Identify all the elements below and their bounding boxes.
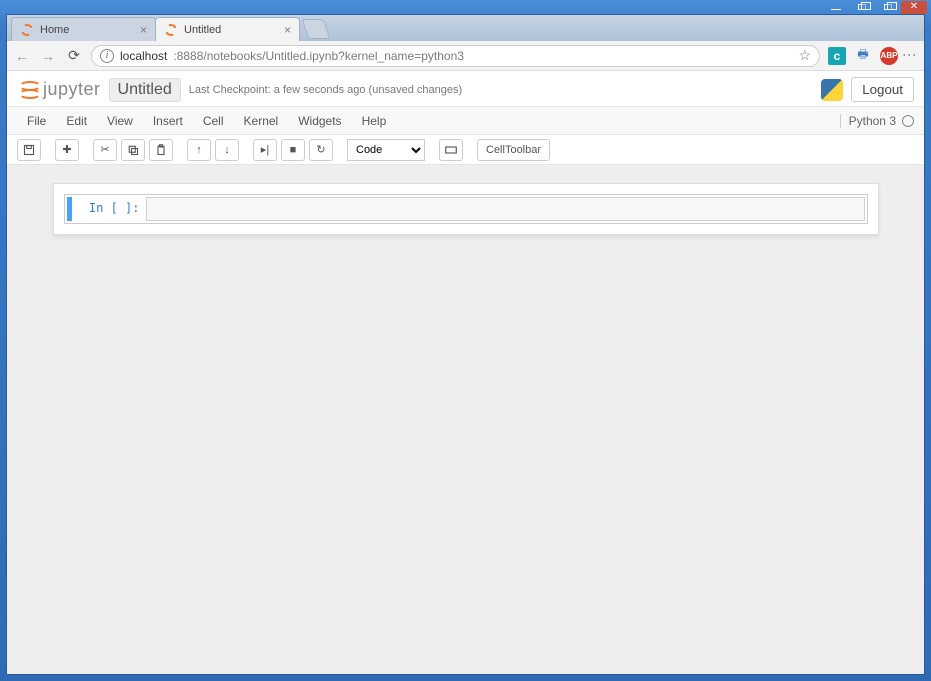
- notebook-header: jupyter Untitled Last Checkpoint: a few …: [7, 71, 924, 107]
- checkpoint-status: Last Checkpoint: a few seconds ago (unsa…: [189, 84, 462, 96]
- save-icon: [23, 144, 35, 156]
- arrow-up-icon: ↑: [196, 144, 202, 156]
- input-prompt: In [ ]:: [76, 197, 146, 221]
- window-restore-button[interactable]: [875, 1, 901, 14]
- restart-icon: ↻: [316, 143, 325, 156]
- add-cell-button[interactable]: ✚: [55, 139, 79, 161]
- adblock-extension-icon[interactable]: ABP: [880, 47, 898, 65]
- scissors-icon: ✂: [100, 143, 109, 156]
- browser-menu-icon[interactable]: ⋮: [906, 48, 918, 63]
- code-input[interactable]: [146, 197, 865, 221]
- restart-button[interactable]: ↻: [309, 139, 333, 161]
- kernel-indicator: Python 3: [840, 114, 914, 128]
- window-titlebar: [0, 0, 931, 14]
- jupyter-logo-icon: [17, 79, 39, 101]
- menu-kernel[interactable]: Kernel: [234, 114, 289, 128]
- menu-widgets[interactable]: Widgets: [288, 114, 351, 128]
- interrupt-button[interactable]: ■: [281, 139, 305, 161]
- code-cell[interactable]: In [ ]:: [64, 194, 868, 224]
- command-palette-button[interactable]: [439, 139, 463, 161]
- close-tab-icon[interactable]: ×: [284, 23, 291, 37]
- paste-button[interactable]: [149, 139, 173, 161]
- menu-cell[interactable]: Cell: [193, 114, 234, 128]
- site-info-icon[interactable]: i: [100, 49, 114, 63]
- move-up-button[interactable]: ↑: [187, 139, 211, 161]
- menu-file[interactable]: File: [17, 114, 56, 128]
- arrow-down-icon: ↓: [224, 144, 230, 156]
- cut-button[interactable]: ✂: [93, 139, 117, 161]
- jupyter-favicon-icon: [164, 23, 178, 37]
- run-button[interactable]: ▸|: [253, 139, 277, 161]
- move-down-button[interactable]: ↓: [215, 139, 239, 161]
- browser-tab-untitled[interactable]: Untitled ×: [155, 17, 300, 41]
- logout-button[interactable]: Logout: [851, 77, 914, 102]
- notebook-name[interactable]: Untitled: [109, 78, 181, 102]
- window-minimize-button[interactable]: [823, 1, 849, 14]
- browser-tab-home[interactable]: Home ×: [11, 17, 156, 41]
- save-button[interactable]: [17, 139, 41, 161]
- cell-select-bar: [67, 197, 72, 221]
- menubar: File Edit View Insert Cell Kernel Widget…: [7, 107, 924, 135]
- notebook-container: In [ ]:: [53, 183, 879, 235]
- forward-button[interactable]: →: [39, 47, 57, 65]
- copy-button[interactable]: [121, 139, 145, 161]
- kernel-name: Python 3: [849, 114, 896, 128]
- menu-help[interactable]: Help: [352, 114, 397, 128]
- jupyter-logo-text: jupyter: [43, 79, 101, 100]
- plus-icon: ✚: [62, 143, 71, 156]
- back-button[interactable]: ←: [13, 47, 31, 65]
- close-tab-icon[interactable]: ×: [140, 23, 147, 37]
- kernel-status-icon: [902, 115, 914, 127]
- stop-icon: ■: [290, 144, 297, 156]
- copy-icon: [127, 144, 139, 156]
- browser-toolbar: ← → ⟳ i localhost :8888/notebooks/Untitle…: [7, 41, 924, 71]
- tab-label: Untitled: [184, 24, 221, 36]
- address-bar[interactable]: i localhost :8888/notebooks/Untitled.ipyn…: [91, 45, 820, 67]
- bookmark-star-icon[interactable]: ☆: [798, 47, 811, 64]
- tab-label: Home: [40, 24, 69, 36]
- reload-button[interactable]: ⟳: [65, 47, 83, 65]
- window-maximize-button[interactable]: [849, 1, 875, 14]
- new-tab-button[interactable]: [301, 19, 330, 39]
- run-icon: ▸|: [261, 143, 269, 156]
- window-frame: Home × Untitled × ← → ⟳ i localhost :8888…: [0, 0, 931, 681]
- toolbar: ✚ ✂ ↑ ↓ ▸| ■ ↻ Code: [7, 135, 924, 165]
- notebook-app: jupyter Untitled Last Checkpoint: a few …: [7, 71, 924, 674]
- address-path: :8888/notebooks/Untitled.ipynb?kernel_na…: [173, 49, 464, 63]
- menu-edit[interactable]: Edit: [56, 114, 97, 128]
- notebook-area: In [ ]:: [7, 165, 924, 674]
- menu-view[interactable]: View: [97, 114, 143, 128]
- jupyter-logo[interactable]: jupyter: [17, 79, 101, 101]
- printer-extension-icon[interactable]: 🖶: [854, 47, 872, 65]
- celltoolbar-button[interactable]: CellToolbar: [477, 139, 550, 161]
- window-close-button[interactable]: [901, 1, 927, 14]
- cell-type-select[interactable]: Code: [347, 139, 425, 161]
- address-host: localhost: [120, 49, 167, 63]
- menu-insert[interactable]: Insert: [143, 114, 193, 128]
- keyboard-icon: [445, 144, 457, 156]
- browser-tabstrip: Home × Untitled ×: [7, 15, 924, 41]
- python-logo-icon: [821, 79, 843, 101]
- jupyter-favicon-icon: [20, 23, 34, 37]
- browser-window: Home × Untitled × ← → ⟳ i localhost :8888…: [6, 14, 925, 675]
- paste-icon: [155, 144, 167, 156]
- extension-icon[interactable]: c: [828, 47, 846, 65]
